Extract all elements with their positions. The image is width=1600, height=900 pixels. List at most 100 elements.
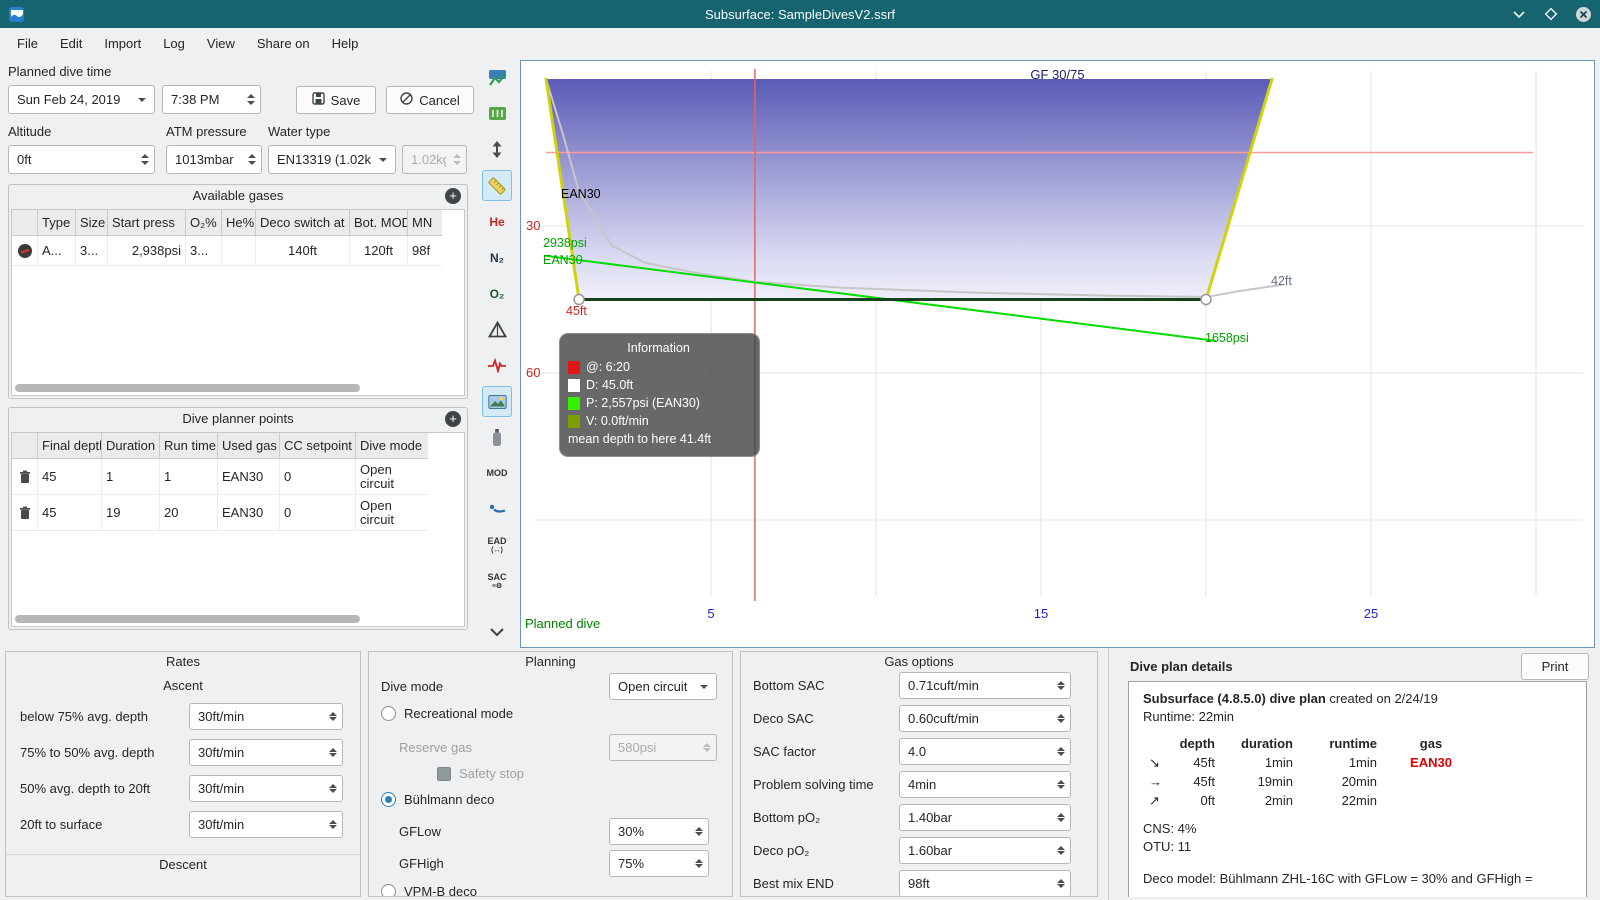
point-remove-column-header[interactable] xyxy=(12,433,38,459)
dive-profile-chart[interactable]: GF 30/75 5 15 25 30 60 EAN30 2938psi EAN30 45ft 4… xyxy=(520,60,1595,648)
col-o2[interactable]: O₂% xyxy=(186,210,222,236)
col-run-time[interactable]: Run time xyxy=(160,433,218,459)
col-type[interactable]: Type xyxy=(38,210,76,236)
graph-settings-icon[interactable] xyxy=(482,62,512,93)
point-duration-cell[interactable]: 1 xyxy=(102,459,160,495)
col-deco-switch[interactable]: Deco switch at xyxy=(256,210,350,236)
photos-icon[interactable] xyxy=(482,386,512,417)
gas-bot-mod-cell[interactable]: 120ft xyxy=(350,236,408,266)
gas-he-cell[interactable] xyxy=(222,236,256,266)
gas-mnd-cell[interactable]: 98f xyxy=(408,236,442,266)
profile-tooltip[interactable]: Information @: 6:20 D: 45.0ft P: 2,557psi … xyxy=(559,333,760,457)
col-mnd[interactable]: MN xyxy=(408,210,442,236)
buhlmann-option[interactable]: Bühlmann deco xyxy=(381,792,494,807)
point-divemode-cell[interactable]: Open circuit xyxy=(356,459,428,495)
col-final-depth[interactable]: Final depth xyxy=(38,433,102,459)
point-depth-cell[interactable]: 45 xyxy=(38,495,102,531)
menu-log[interactable]: Log xyxy=(152,32,196,55)
menu-file[interactable]: File xyxy=(6,32,49,55)
point-setpoint-cell[interactable]: 0 xyxy=(280,459,356,495)
sac-icon[interactable]: SAC ≡⚙ xyxy=(482,566,512,597)
cancel-button[interactable]: Cancel xyxy=(386,86,474,114)
col-used-gas[interactable]: Used gas xyxy=(218,433,280,459)
problem-time-input[interactable]: 4min xyxy=(899,771,1071,798)
gas-remove-column-header[interactable] xyxy=(12,210,38,236)
point-gas-cell[interactable]: EAN30 xyxy=(218,459,280,495)
ascent-rate-4-input[interactable]: 30ft/min xyxy=(189,811,343,838)
o2-graph-icon[interactable]: O₂ xyxy=(482,278,512,309)
point-runtime-cell[interactable]: 1 xyxy=(160,459,218,495)
gfhigh-input[interactable]: 75% xyxy=(609,850,709,877)
minimize-button[interactable] xyxy=(1510,5,1528,23)
gas-change-icon[interactable] xyxy=(482,422,512,453)
point-row[interactable]: 45 19 20 EAN30 0 Open circuit xyxy=(12,495,464,531)
deco-sac-input[interactable]: 0.60cuft/min xyxy=(899,705,1071,732)
col-dive-mode[interactable]: Dive mode xyxy=(356,433,428,459)
water-type-select[interactable]: EN13319 (1.02k xyxy=(268,145,396,174)
point-runtime-cell[interactable]: 20 xyxy=(160,495,218,531)
ascent-rate-2-input[interactable]: 30ft/min xyxy=(189,739,343,766)
ascent-rate-3-input[interactable]: 30ft/min xyxy=(189,775,343,802)
dc-ceiling-icon[interactable] xyxy=(482,494,512,525)
point-gas-cell[interactable]: EAN30 xyxy=(218,495,280,531)
bottom-splitter[interactable] xyxy=(1108,648,1109,900)
bottom-sac-input[interactable]: 0.71cuft/min xyxy=(899,672,1071,699)
vertical-zoom-icon[interactable] xyxy=(482,134,512,165)
ead-icon[interactable]: EAD (↔) xyxy=(482,530,512,561)
menu-edit[interactable]: Edit xyxy=(49,32,93,55)
col-he[interactable]: He% xyxy=(222,210,256,236)
point-row[interactable]: 45 1 1 EAN30 0 Open circuit xyxy=(12,459,464,495)
point-depth-cell[interactable]: 45 xyxy=(38,459,102,495)
time-spinner[interactable]: 7:38 PM xyxy=(162,85,261,114)
add-point-button[interactable]: + xyxy=(445,411,461,427)
dive-mode-select[interactable]: Open circuit xyxy=(609,673,717,700)
collapse-toolbar-icon[interactable] xyxy=(482,616,512,647)
point-setpoint-cell[interactable]: 0 xyxy=(280,495,356,531)
deco-po2-input[interactable]: 1.60bar xyxy=(899,837,1071,864)
print-button[interactable]: Print xyxy=(1521,653,1589,680)
delete-gas-icon[interactable] xyxy=(12,236,38,266)
col-size[interactable]: Size xyxy=(76,210,108,236)
recreational-radio[interactable] xyxy=(381,706,396,721)
scale-graph-icon[interactable] xyxy=(482,98,512,129)
maximize-button[interactable] xyxy=(1542,5,1560,23)
altitude-input[interactable]: 0ft xyxy=(8,145,155,174)
gas-o2-cell[interactable]: 3... xyxy=(186,236,222,266)
col-start-press[interactable]: Start press xyxy=(108,210,186,236)
gflow-input[interactable]: 30% xyxy=(609,818,709,845)
air-density-icon[interactable] xyxy=(482,314,512,345)
gas-row[interactable]: A... 3... 2,938psi 3... 140ft 120ft 98f xyxy=(12,236,464,266)
gas-size-cell[interactable]: 3... xyxy=(76,236,108,266)
col-duration[interactable]: Duration xyxy=(102,433,160,459)
vpmb-radio[interactable] xyxy=(381,884,396,896)
col-bot-mod[interactable]: Bot. MOD xyxy=(350,210,408,236)
heart-rate-icon[interactable] xyxy=(482,350,512,381)
points-hscrollbar[interactable] xyxy=(15,615,360,623)
gases-hscrollbar[interactable] xyxy=(15,384,360,392)
mod-icon[interactable]: MOD xyxy=(482,458,512,489)
ruler-icon[interactable] xyxy=(482,170,512,201)
point-duration-cell[interactable]: 19 xyxy=(102,495,160,531)
menu-share-on[interactable]: Share on xyxy=(246,32,321,55)
col-cc-setpoint[interactable]: CC setpoint xyxy=(280,433,356,459)
close-button[interactable] xyxy=(1574,5,1592,23)
gas-type-cell[interactable]: A... xyxy=(38,236,76,266)
he-graph-icon[interactable]: He xyxy=(482,206,512,237)
bottom-po2-input[interactable]: 1.40bar xyxy=(899,804,1071,831)
gas-deco-switch-cell[interactable]: 140ft xyxy=(256,236,350,266)
delete-point-icon[interactable] xyxy=(12,495,38,531)
recreational-mode-option[interactable]: Recreational mode xyxy=(381,706,513,721)
atm-pressure-input[interactable]: 1013mbar xyxy=(166,145,262,174)
menu-help[interactable]: Help xyxy=(321,32,370,55)
sac-factor-input[interactable]: 4.0 xyxy=(899,738,1071,765)
n2-graph-icon[interactable]: N₂ xyxy=(482,242,512,273)
delete-point-icon[interactable] xyxy=(12,459,38,495)
buhlmann-radio[interactable] xyxy=(381,792,396,807)
menu-view[interactable]: View xyxy=(196,32,246,55)
menu-import[interactable]: Import xyxy=(93,32,152,55)
add-gas-button[interactable]: + xyxy=(445,188,461,204)
point-divemode-cell[interactable]: Open circuit xyxy=(356,495,428,531)
date-picker[interactable]: Sun Feb 24, 2019 xyxy=(8,85,155,114)
vpmb-option[interactable]: VPM-B deco xyxy=(381,884,477,896)
best-mix-end-input[interactable]: 98ft xyxy=(899,870,1071,896)
